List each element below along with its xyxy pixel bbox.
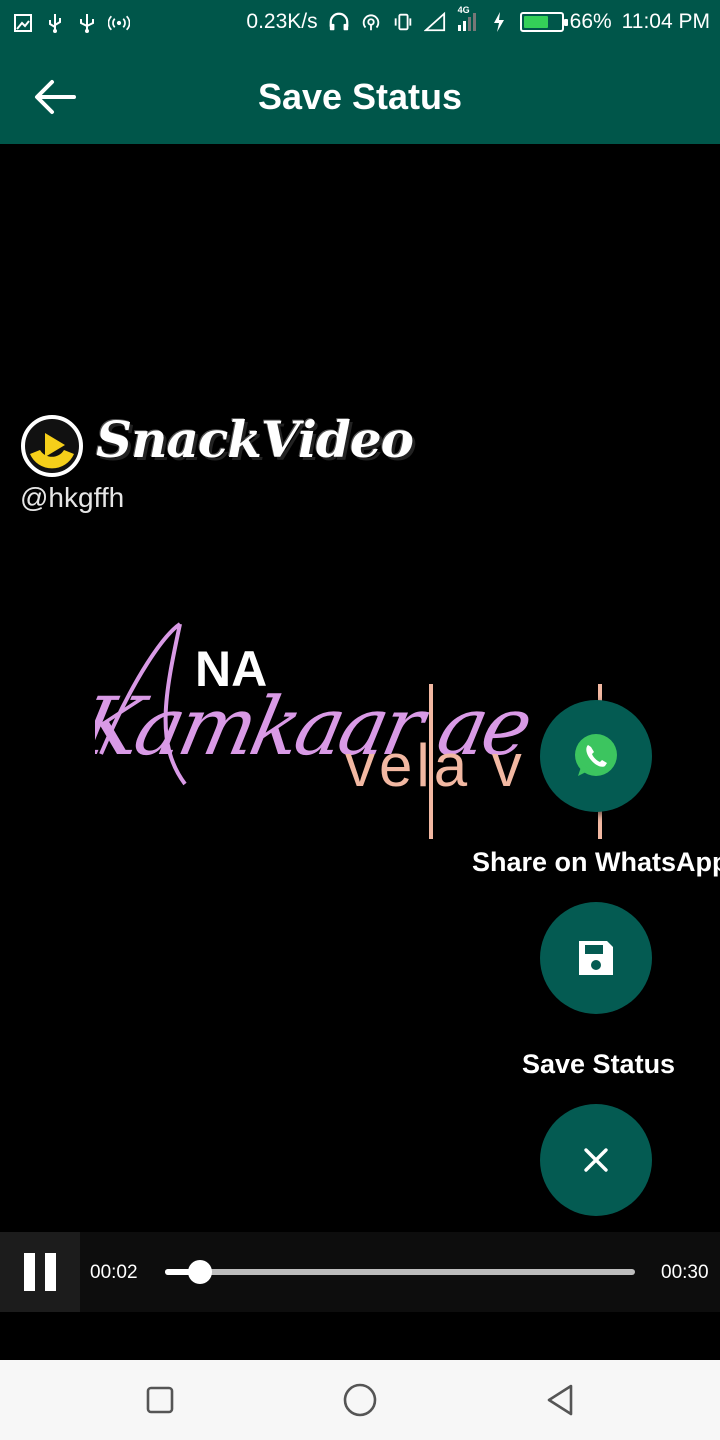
triangle-back-icon (547, 1384, 573, 1416)
charging-icon (488, 11, 510, 33)
back-nav-button[interactable] (538, 1378, 582, 1422)
video-player[interactable]: SnackVideo @hkgffh NA Kamkaar ae vela v … (0, 144, 720, 1360)
close-menu-button[interactable] (540, 1104, 652, 1216)
recents-button[interactable] (138, 1378, 182, 1422)
share-whatsapp-label[interactable]: Share on WhatsApp (472, 847, 720, 878)
current-time: 00:02 (90, 1262, 138, 1283)
hotspot-icon (108, 12, 130, 34)
signal-icon: 4G (456, 5, 478, 33)
app-bar: Save Status (0, 50, 720, 144)
close-icon (584, 1148, 608, 1172)
page-title: Save Status (257, 76, 463, 117)
share-whatsapp-button[interactable] (540, 700, 652, 812)
screenshot-icon (12, 12, 34, 34)
save-status-button[interactable] (540, 902, 652, 1014)
whatsapp-icon (575, 734, 617, 776)
pause-button[interactable] (0, 1232, 80, 1312)
usb-icon (44, 12, 66, 34)
system-nav-bar (0, 1360, 720, 1440)
seek-thumb[interactable] (188, 1260, 212, 1284)
status-bar: 0.23K/s 4G 66% 11:04 PM (0, 0, 720, 50)
floppy-disk-icon (579, 941, 613, 975)
battery-icon (519, 12, 568, 32)
watermark-brand: SnackVideo (96, 410, 414, 469)
net-speed: 0.23K/s (246, 10, 318, 33)
pause-icon (24, 1253, 35, 1291)
playback-controls: 00:02 00:30 (0, 1232, 720, 1312)
battery-level-fill (523, 16, 548, 28)
network-type: 4G (457, 5, 470, 15)
square-icon (146, 1386, 174, 1414)
status-notification-icons (12, 12, 130, 34)
snackvideo-logo-icon (21, 415, 83, 477)
wifi-hotspot-icon (360, 11, 382, 33)
duration: 00:30 (661, 1262, 709, 1283)
vibrate-icon (392, 11, 414, 33)
usb-icon (76, 12, 98, 34)
pause-icon (45, 1253, 56, 1291)
clock: 11:04 PM (621, 10, 710, 33)
save-status-label[interactable]: Save Status (522, 1049, 675, 1080)
battery-percent: 66% (569, 10, 612, 33)
home-button[interactable] (338, 1378, 382, 1422)
status-system-icons: 0.23K/s 4G 66% 11:04 PM (246, 5, 710, 34)
watermark-username: @hkgffh (20, 482, 125, 513)
headphones-icon (328, 11, 350, 33)
circle-icon (343, 1383, 377, 1417)
lyric-line-vela: vela v (345, 732, 526, 799)
seek-bar[interactable] (165, 1260, 635, 1284)
signal-icon (423, 11, 446, 33)
